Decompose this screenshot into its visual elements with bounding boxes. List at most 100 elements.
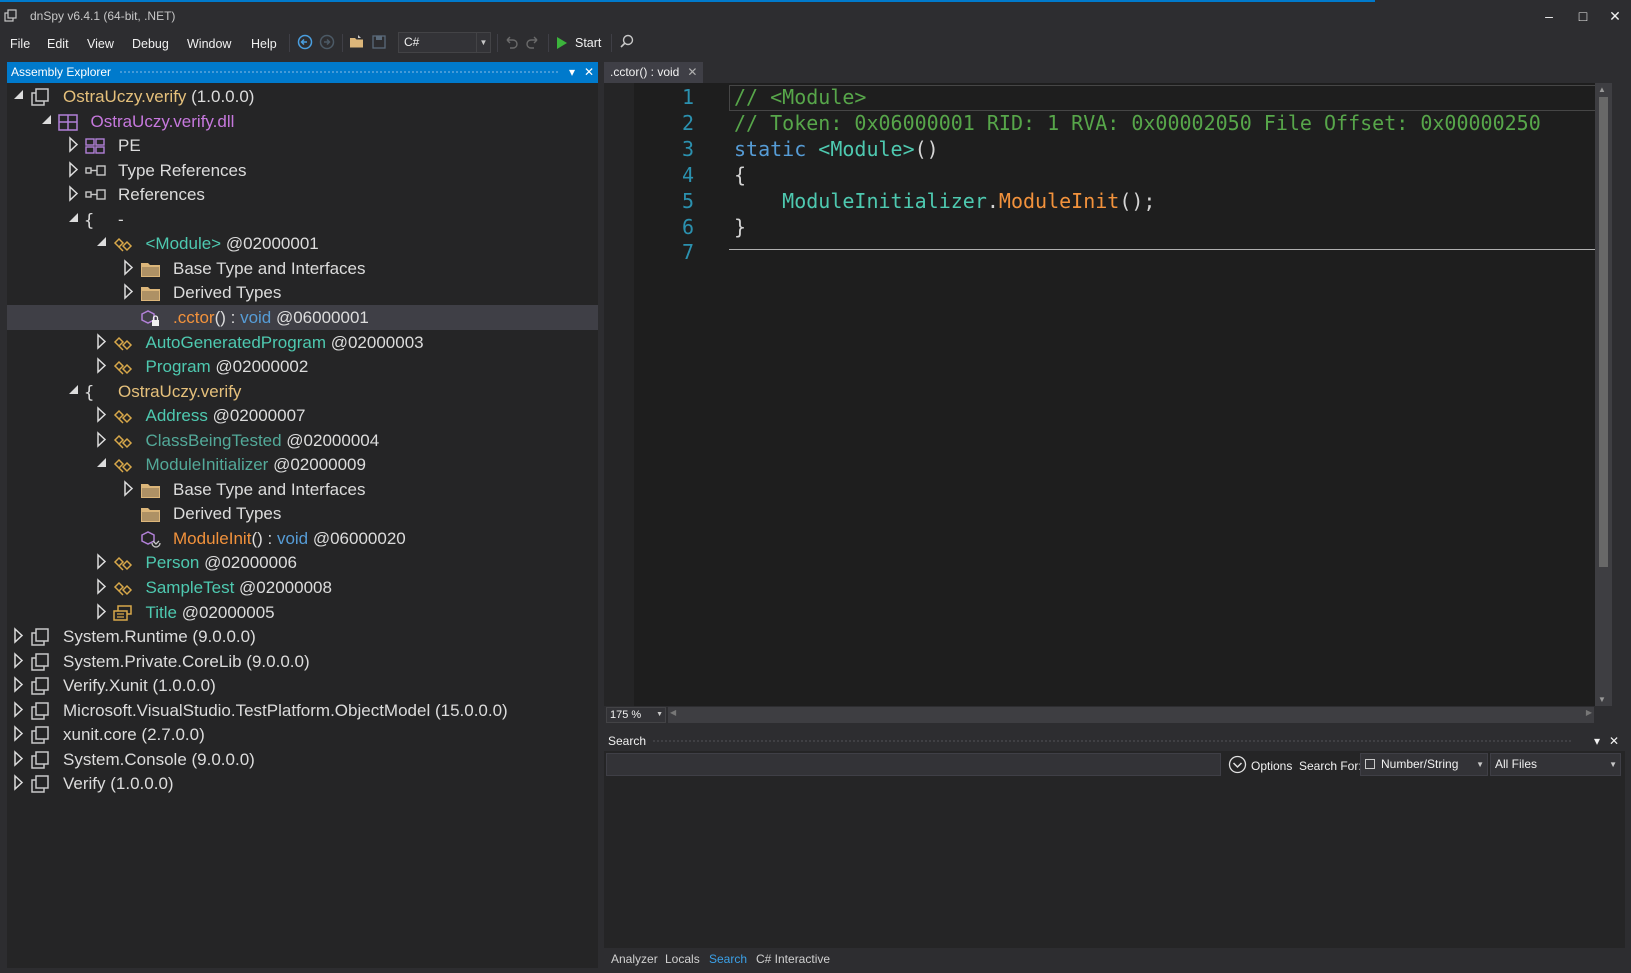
expand-triangle-icon[interactable] — [122, 477, 136, 502]
tree-node[interactable]: System.Private.CoreLib (9.0.0.0) — [7, 649, 598, 674]
tab-csharp-interactive[interactable]: C# Interactive — [756, 951, 830, 967]
expand-triangle-icon[interactable] — [67, 133, 81, 158]
menu-help[interactable]: Help — [251, 33, 277, 55]
search-input[interactable] — [606, 753, 1221, 776]
options-toggle-icon[interactable] — [1228, 755, 1247, 774]
tree-node[interactable]: Address @02000007 — [7, 403, 598, 428]
scroll-left-icon[interactable]: ◀ — [670, 708, 676, 717]
back-icon[interactable] — [296, 33, 314, 51]
tree-node[interactable]: OstraUczy.verify.dll — [7, 109, 598, 134]
tree-node[interactable]: Derived Types — [7, 501, 598, 526]
document-tab[interactable]: .cctor() : void ✕ — [604, 62, 704, 83]
collapse-triangle-icon[interactable] — [12, 84, 26, 109]
tree-node[interactable]: Base Type and Interfaces — [7, 256, 598, 281]
zoom-select[interactable]: 175 % ▼ — [606, 707, 666, 723]
tree-node[interactable]: System.Console (9.0.0.0) — [7, 747, 598, 772]
tab-analyzer[interactable]: Analyzer — [611, 951, 658, 967]
tree-node[interactable]: .cctor() : void @06000001 — [7, 304, 598, 330]
collapse-triangle-icon[interactable] — [40, 109, 54, 134]
scroll-right-icon[interactable]: ▶ — [1586, 708, 1592, 717]
menu-view[interactable]: View — [87, 33, 114, 55]
expand-triangle-icon[interactable] — [122, 256, 136, 281]
expand-triangle-icon[interactable] — [95, 600, 109, 625]
scroll-down-icon[interactable]: ▼ — [1598, 695, 1606, 704]
tree-node[interactable]: PE — [7, 133, 598, 158]
redo-icon[interactable] — [524, 33, 542, 51]
tree-node[interactable]: Derived Types — [7, 280, 598, 305]
collapse-triangle-icon[interactable] — [95, 231, 109, 256]
method-separator-line — [729, 249, 1609, 250]
tree-node[interactable]: ModuleInit() : void @06000020 — [7, 526, 598, 551]
code-editor[interactable]: 1 // <Module> 2 // Token: 0x06000001 RID: 1… — [604, 83, 1612, 706]
menu-file[interactable]: File — [10, 33, 30, 55]
tree-node[interactable]: <Module> @02000001 — [7, 231, 598, 256]
expand-triangle-icon[interactable] — [95, 550, 109, 575]
tree-node-label: Title @02000005 — [146, 600, 275, 625]
vertical-scrollbar[interactable]: ▲ ▼ — [1595, 83, 1612, 706]
search-scope-select[interactable]: All Files ▼ — [1490, 753, 1621, 776]
search-icon[interactable] — [618, 33, 636, 51]
tree-node[interactable]: { } OstraUczy.verify — [7, 379, 598, 404]
tree-node[interactable]: Verify (1.0.0.0) — [7, 771, 598, 796]
expand-triangle-icon[interactable] — [12, 673, 26, 698]
expand-triangle-icon[interactable] — [67, 182, 81, 207]
expand-triangle-icon[interactable] — [12, 649, 26, 674]
expand-triangle-icon[interactable] — [12, 722, 26, 747]
expand-triangle-icon[interactable] — [122, 280, 136, 305]
expand-triangle-icon[interactable] — [95, 330, 109, 355]
tree-node[interactable]: Base Type and Interfaces — [7, 477, 598, 502]
tree-node[interactable]: OstraUczy.verify (1.0.0.0) — [7, 84, 598, 109]
forward-icon[interactable] — [318, 33, 336, 51]
tree-node[interactable]: Person @02000006 — [7, 550, 598, 575]
tree-node[interactable]: Type References — [7, 158, 598, 183]
expand-triangle-icon[interactable] — [12, 698, 26, 723]
tree-node[interactable]: Program @02000002 — [7, 354, 598, 379]
close-tab-icon[interactable]: ✕ — [687, 65, 697, 79]
tree-node[interactable]: AutoGeneratedProgram @02000003 — [7, 330, 598, 355]
menu-window[interactable]: Window — [187, 33, 231, 55]
menu-edit[interactable]: Edit — [47, 33, 69, 55]
close-panel-icon[interactable]: ✕ — [1606, 732, 1622, 750]
maximize-button[interactable]: □ — [1566, 4, 1600, 28]
vertical-scroll-thumb[interactable] — [1599, 97, 1608, 567]
tree-node[interactable]: ClassBeingTested @02000004 — [7, 428, 598, 453]
expand-triangle-icon[interactable] — [12, 771, 26, 796]
search-for-select[interactable]: Number/String ▼ — [1360, 753, 1488, 776]
expand-triangle-icon[interactable] — [95, 354, 109, 379]
panel-menu-icon[interactable]: ▾ — [564, 63, 580, 81]
tree-node-label-part: System.Runtime — [63, 627, 188, 647]
tree-node[interactable]: Title @02000005 — [7, 600, 598, 625]
tree-node[interactable]: { }- — [7, 207, 598, 232]
expand-triangle-icon[interactable] — [12, 624, 26, 649]
tree-node[interactable]: References — [7, 182, 598, 207]
scroll-up-icon[interactable]: ▲ — [1598, 85, 1606, 94]
expand-triangle-icon[interactable] — [95, 403, 109, 428]
minimize-button[interactable]: – — [1532, 4, 1566, 28]
collapse-triangle-icon[interactable] — [67, 379, 81, 404]
expand-triangle-icon[interactable] — [12, 747, 26, 772]
panel-menu-icon[interactable]: ▾ — [1589, 732, 1605, 750]
open-folder-icon[interactable] — [348, 33, 366, 51]
tree-node[interactable]: Microsoft.VisualStudio.TestPlatform.Obje… — [7, 698, 598, 723]
tab-search[interactable]: Search — [709, 951, 747, 967]
tree-node[interactable]: Verify.Xunit (1.0.0.0) — [7, 673, 598, 698]
collapse-triangle-icon[interactable] — [67, 207, 81, 232]
close-panel-icon[interactable]: ✕ — [581, 63, 597, 81]
save-all-icon[interactable] — [370, 33, 388, 51]
tree-node[interactable]: xunit.core (2.7.0.0) — [7, 722, 598, 747]
tree-node[interactable]: System.Runtime (9.0.0.0) — [7, 624, 598, 649]
tree-node[interactable]: SampleTest @02000008 — [7, 575, 598, 600]
expand-triangle-icon[interactable] — [95, 575, 109, 600]
options-label[interactable]: Options — [1251, 759, 1292, 773]
collapse-triangle-icon[interactable] — [95, 452, 109, 477]
language-select[interactable]: C# ▼ — [398, 32, 491, 53]
tree-node[interactable]: ModuleInitializer @02000009 — [7, 452, 598, 477]
close-button[interactable]: ✕ — [1598, 4, 1631, 28]
expand-triangle-icon[interactable] — [67, 158, 81, 183]
tab-locals[interactable]: Locals — [665, 951, 700, 967]
expand-triangle-icon[interactable] — [95, 428, 109, 453]
menu-debug[interactable]: Debug — [132, 33, 169, 55]
horizontal-scrollbar[interactable]: ◀ ▶ — [668, 707, 1594, 723]
undo-icon[interactable] — [502, 33, 520, 51]
search-results-list[interactable] — [606, 778, 1623, 946]
